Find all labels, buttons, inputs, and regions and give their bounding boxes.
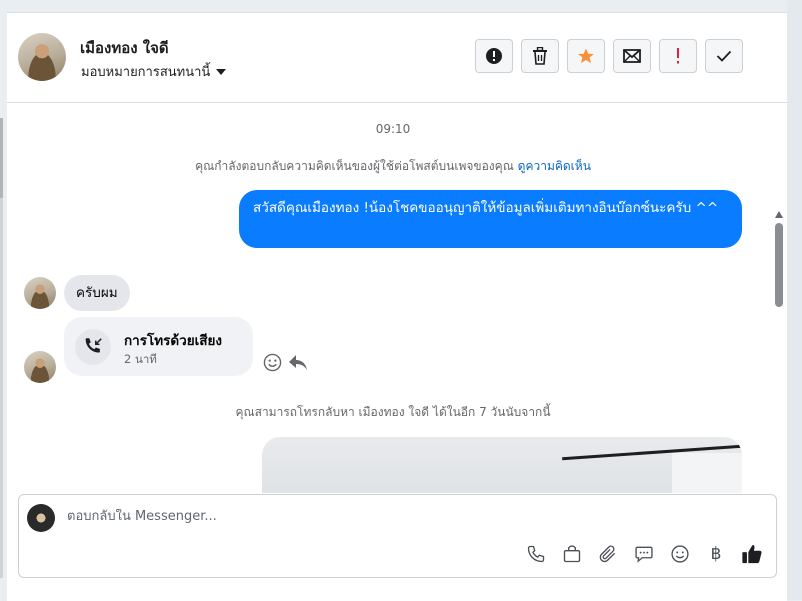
image-content-shade — [672, 453, 742, 493]
left-edge-indicator — [0, 118, 3, 198]
thread-scrollbar[interactable] — [775, 211, 783, 493]
exclamation-circle-icon — [486, 48, 502, 64]
view-comment-link[interactable]: ดูความคิดเห็น — [518, 159, 591, 173]
call-title: การโทรด้วยเสียง — [124, 333, 223, 349]
contact-avatar[interactable] — [18, 33, 66, 81]
message-actions — [263, 353, 308, 372]
saved-replies-button[interactable] — [632, 542, 656, 566]
mark-done-button[interactable] — [705, 39, 743, 73]
contact-name[interactable]: เมืองทอง ใจดี — [80, 36, 169, 60]
mark-spam-button[interactable] — [475, 39, 513, 73]
reply-arrow-icon[interactable] — [288, 353, 308, 372]
image-attachment[interactable] — [262, 437, 742, 493]
star-icon — [578, 48, 594, 64]
smiley-react-icon[interactable] — [263, 353, 282, 372]
incoming-call-icon — [85, 338, 102, 353]
star-button[interactable] — [567, 39, 605, 73]
call-button[interactable] — [524, 542, 548, 566]
trash-icon — [533, 47, 547, 65]
scroll-thumb[interactable] — [775, 223, 783, 307]
scroll-up-arrow[interactable] — [775, 211, 783, 218]
outgoing-message: สวัสดีคุณเมืองทอง !น้องโชคขออนุญาติให้ข้… — [239, 190, 742, 248]
reply-composer: ฿ — [18, 494, 777, 578]
envelope-icon — [623, 49, 641, 63]
checkmark-icon — [716, 50, 732, 62]
mark-important-button[interactable] — [659, 39, 697, 73]
reply-input[interactable] — [67, 509, 507, 524]
conversation-header: เมืองทอง ใจดี มอบหมายการสนทนานี้ — [7, 13, 787, 103]
sender-avatar[interactable] — [24, 277, 56, 309]
caret-down-icon — [216, 68, 227, 75]
conversation-panel: เมืองทอง ใจดี มอบหมายการสนทนานี้ 09:10 ค… — [7, 12, 787, 601]
voice-call-card[interactable]: การโทรด้วยเสียง 2 นาที — [64, 317, 253, 376]
payment-button[interactable]: ฿ — [704, 542, 728, 566]
page-avatar — [27, 504, 55, 532]
shopping-bag-icon — [563, 545, 581, 563]
right-edge-strip — [787, 0, 802, 600]
reply-context-note: คุณกำลังตอบกลับความคิดเห็นของผู้ใช้ต่อโพ… — [7, 157, 779, 176]
left-edge-track — [0, 198, 3, 578]
sender-avatar[interactable] — [24, 351, 56, 383]
composer-toolbar: ฿ — [524, 542, 764, 566]
email-button[interactable] — [613, 39, 651, 73]
reply-context-text: คุณกำลังตอบกลับความคิดเห็นของผู้ใช้ต่อโพ… — [195, 159, 514, 173]
emoji-icon — [671, 545, 689, 563]
callback-notice: คุณสามารถโทรกลับหา เมืองทอง ใจดี ได้ในอี… — [235, 405, 551, 419]
thumbs-up-icon — [742, 545, 762, 564]
assign-conversation-dropdown[interactable]: มอบหมายการสนทนานี้ — [81, 61, 227, 82]
baht-icon: ฿ — [710, 544, 722, 564]
attach-button[interactable] — [596, 542, 620, 566]
phone-icon — [527, 545, 545, 563]
call-icon-circle — [75, 329, 111, 365]
paperclip-icon — [599, 545, 616, 563]
header-actions — [475, 39, 743, 73]
call-duration: 2 นาที — [124, 352, 157, 366]
message-thread[interactable]: 09:10 คุณกำลังตอบกลับความคิดเห็นของผู้ใช… — [7, 103, 787, 493]
incoming-message: ครับผม — [64, 275, 130, 311]
like-button[interactable] — [740, 542, 764, 566]
assign-label: มอบหมายการสนทนานี้ — [81, 65, 211, 80]
speech-bubble-icon — [635, 546, 653, 563]
message-timestamp: 09:10 — [375, 122, 411, 136]
shop-button[interactable] — [560, 542, 584, 566]
emoji-button[interactable] — [668, 542, 692, 566]
red-exclamation-icon — [677, 48, 679, 64]
delete-button[interactable] — [521, 39, 559, 73]
